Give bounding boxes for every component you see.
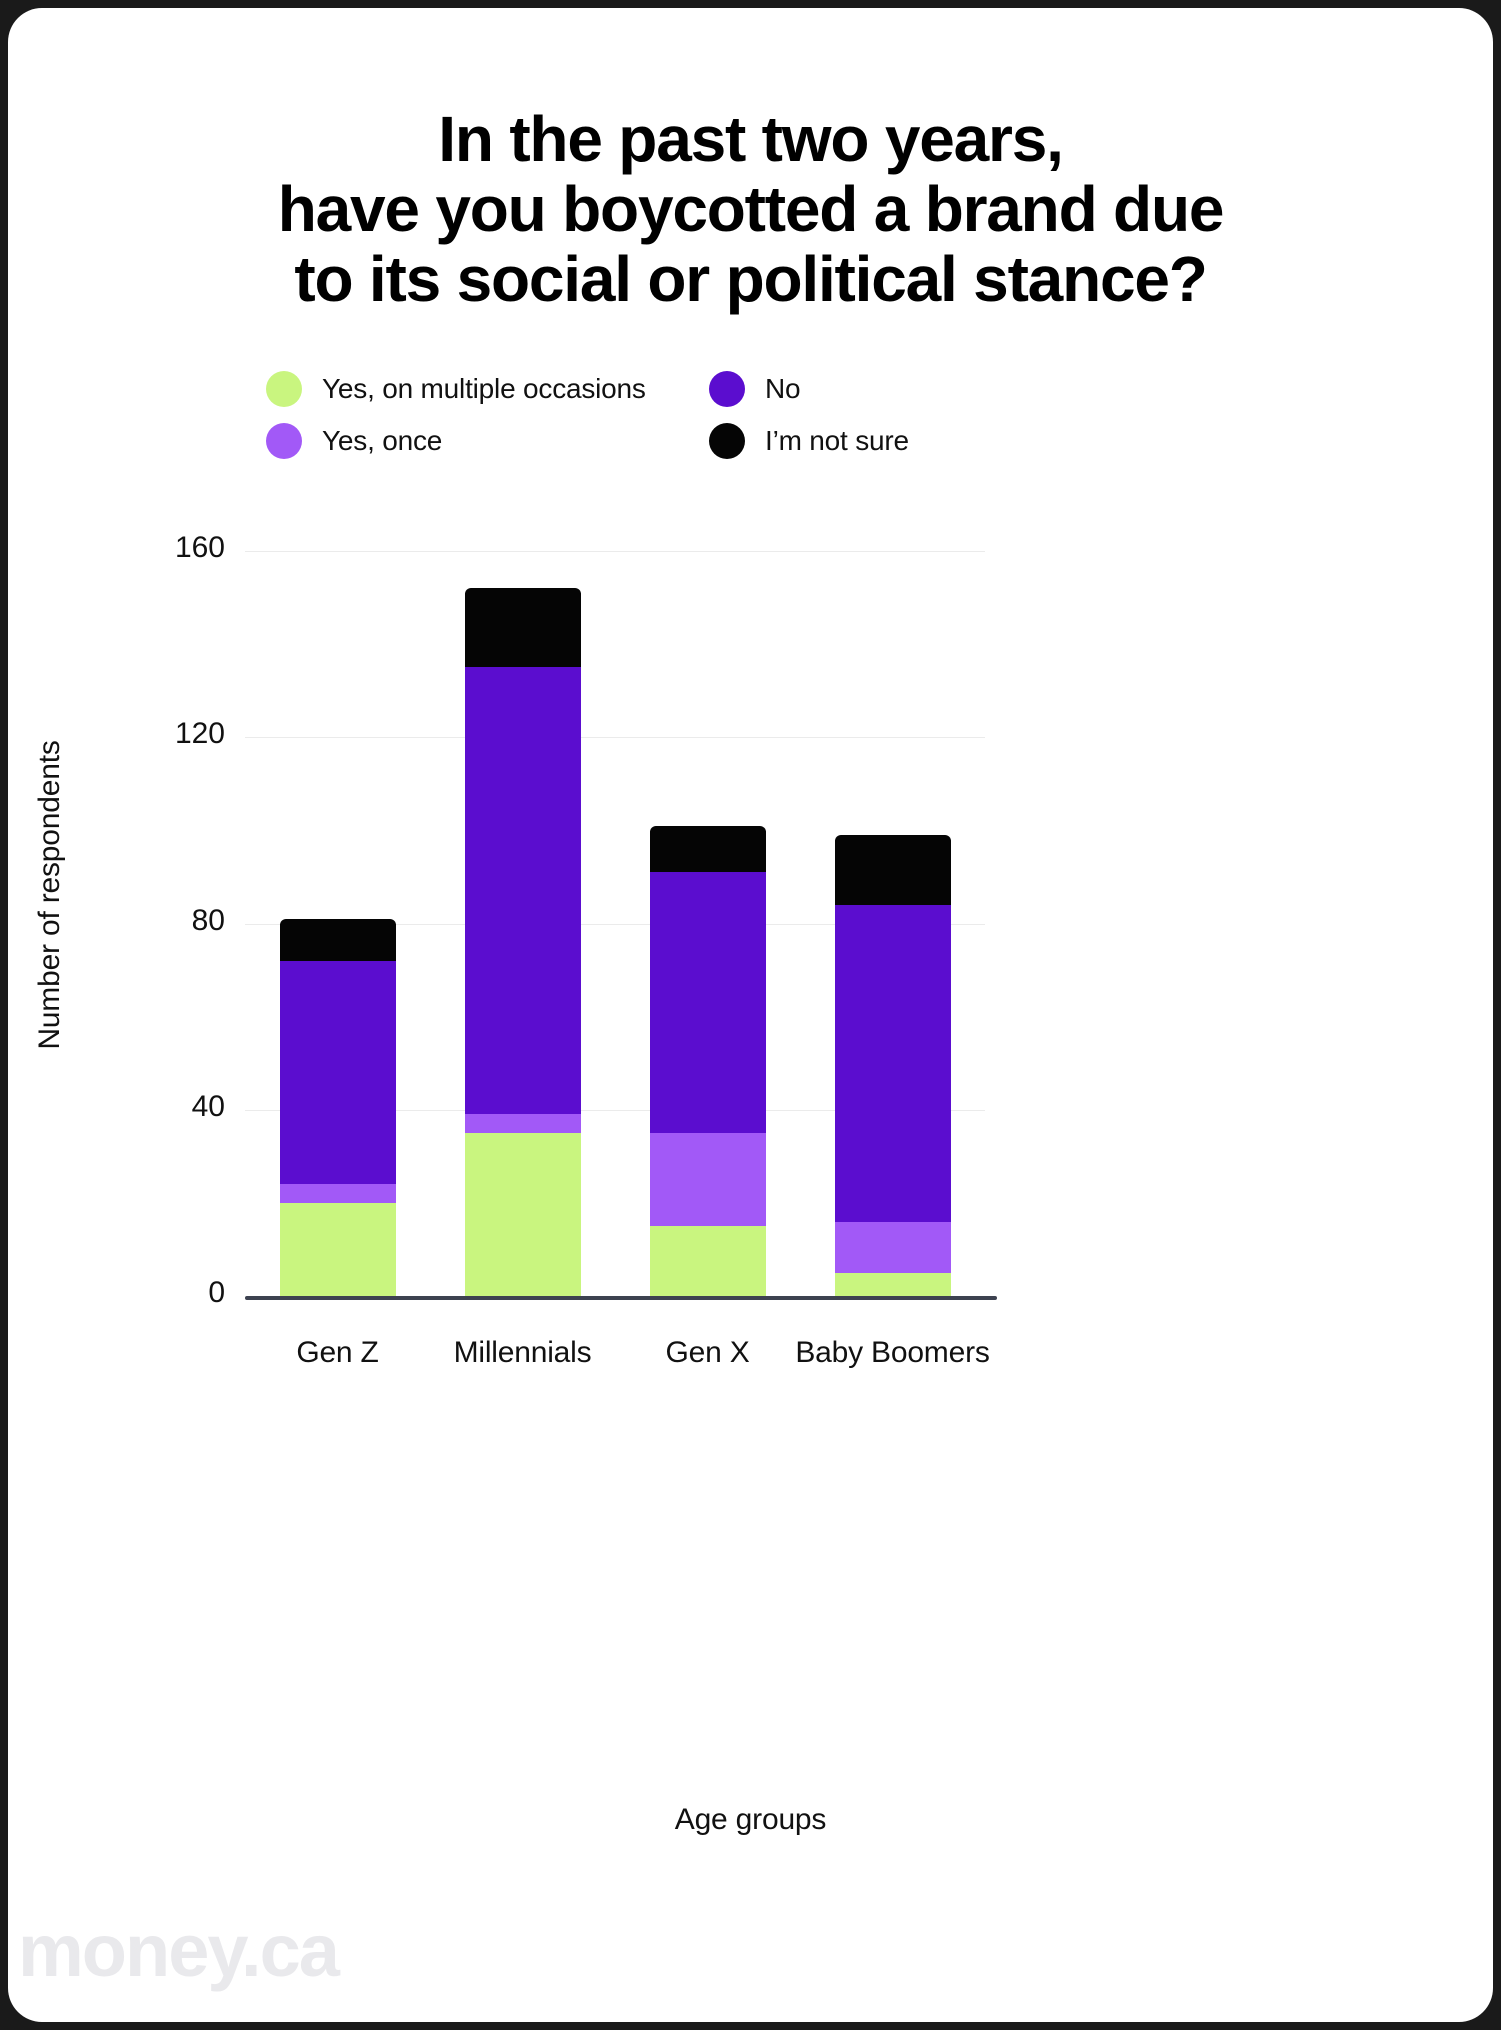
bar-stack[interactable]: [464, 588, 581, 1296]
bar-segment[interactable]: [649, 1133, 766, 1227]
y-axis-tick-label: 0: [208, 1276, 225, 1309]
legend-label: Yes, once: [322, 425, 443, 456]
legend-label: No: [765, 373, 801, 404]
x-axis-line: [245, 1296, 997, 1300]
legend-label: Yes, on multiple occasions: [322, 373, 646, 404]
circle-swatch-icon: [709, 423, 745, 459]
bar-segment[interactable]: [279, 1202, 396, 1296]
bar-segment[interactable]: [834, 1221, 951, 1273]
chart-card: In the past two years, have you boycotte…: [8, 8, 1493, 2022]
legend-item-not-sure[interactable]: I’m not sure: [709, 423, 909, 459]
legend-label: I’m not sure: [765, 425, 909, 456]
bar-group: [245, 551, 985, 1296]
y-axis-tick-label: 80: [191, 903, 225, 937]
watermark: money.ca: [18, 1909, 340, 1992]
y-axis-tick-label: 120: [174, 717, 225, 751]
x-axis-tick-label: Baby Boomers: [795, 1336, 990, 1369]
y-axis-tick-label: 40: [191, 1089, 225, 1123]
legend-item-no[interactable]: No: [709, 371, 801, 407]
legend-item-yes-once[interactable]: Yes, once: [266, 423, 442, 459]
bar-stack[interactable]: [649, 825, 766, 1296]
plot-area: [245, 551, 997, 1300]
bar-segment[interactable]: [279, 960, 396, 1185]
x-axis-title: Age groups: [674, 1803, 827, 1836]
bar-segment[interactable]: [464, 667, 581, 1115]
bar-segment[interactable]: [279, 1184, 396, 1203]
bar-segment[interactable]: [649, 1226, 766, 1296]
bar-segment[interactable]: [464, 588, 581, 668]
y-axis-tick-label: 160: [174, 531, 225, 564]
bar-segment[interactable]: [834, 904, 951, 1222]
y-axis-title: Number of respondents: [33, 740, 66, 1050]
chart-legend: Yes, on multiple occasions Yes, once No …: [266, 371, 966, 476]
bar-segment[interactable]: [464, 1114, 581, 1134]
circle-swatch-icon: [709, 371, 745, 407]
circle-swatch-icon: [266, 371, 302, 407]
bar-segment[interactable]: [649, 825, 766, 873]
bar-segment[interactable]: [834, 835, 951, 905]
bar-segment[interactable]: [834, 1272, 951, 1296]
page-title: In the past two years, have you boycotte…: [277, 103, 1225, 315]
legend-item-yes-multiple[interactable]: Yes, on multiple occasions: [266, 371, 646, 407]
bar-stack[interactable]: [279, 918, 396, 1296]
circle-swatch-icon: [266, 423, 302, 459]
bar-segment[interactable]: [464, 1133, 581, 1296]
bar-segment[interactable]: [649, 872, 766, 1134]
bar-segment[interactable]: [279, 918, 396, 961]
bar-stack[interactable]: [834, 835, 951, 1296]
